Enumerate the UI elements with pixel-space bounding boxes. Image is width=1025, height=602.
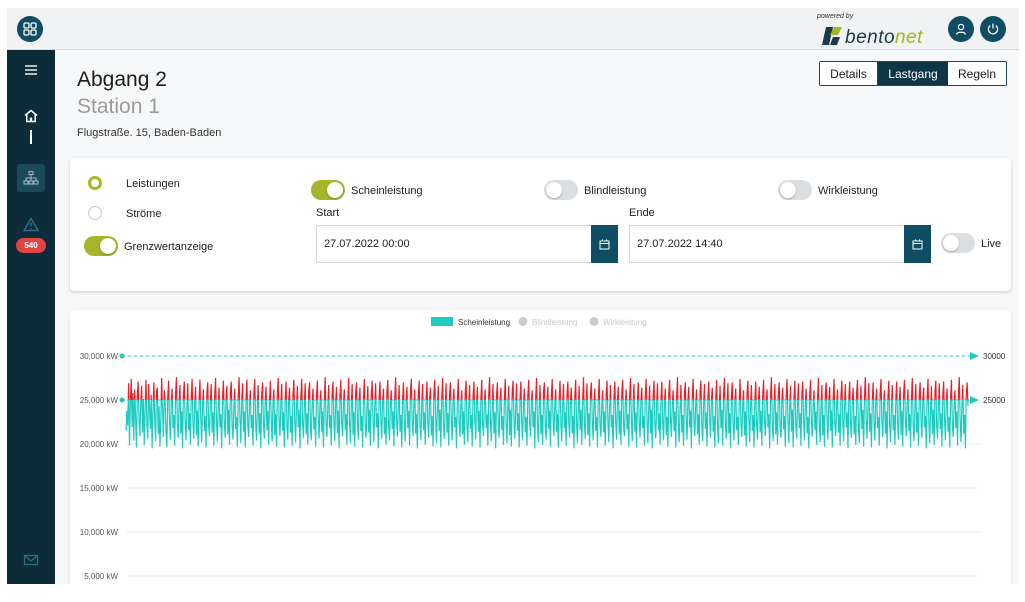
home-icon — [24, 109, 38, 123]
mail-icon — [23, 554, 39, 566]
brand-logo: powered by bentonet — [815, 13, 945, 49]
alarm-count-badge[interactable]: 540 — [16, 238, 46, 253]
home-button[interactable] — [17, 102, 45, 130]
brand-word-main: bento — [845, 27, 896, 48]
y-tick-label: 15,000 kW — [80, 484, 119, 493]
sidebar: 540 — [7, 50, 55, 584]
start-date-field[interactable]: 27.07.2022 00:00 — [316, 225, 618, 263]
y-tick-label: 20,000 kW — [80, 440, 119, 449]
network-button[interactable] — [17, 164, 45, 192]
messages-button[interactable] — [17, 546, 45, 574]
ende-date-value: 27.07.2022 14:40 — [637, 238, 723, 250]
threshold-start-dot — [119, 397, 125, 403]
chart-card: Scheinleistung Blindleistung Wirkleistung 3… — [70, 310, 1011, 584]
power-button[interactable] — [980, 16, 1006, 42]
scheinleistung-toggle[interactable] — [311, 180, 345, 200]
threshold-arrow — [970, 396, 979, 404]
threshold-start-dot — [119, 353, 125, 359]
y-tick-label: 30,000 kW — [80, 352, 119, 361]
live-toggle[interactable] — [941, 233, 975, 253]
powered-by-text: powered by — [817, 13, 854, 20]
app-frame: powered by bentonet 540 Abgang 2 Station… — [7, 8, 1019, 584]
calendar-icon — [599, 239, 610, 249]
network-tree-icon — [23, 170, 39, 185]
tab-lastgang[interactable]: Lastgang — [878, 62, 948, 85]
view-tabs: Details Lastgang Regeln — [819, 61, 1007, 86]
radio-leistungen-label: Leistungen — [126, 178, 180, 190]
wirkleistung-label: Wirkleistung — [818, 185, 878, 197]
brand-wordmark: bentonet — [845, 27, 923, 49]
sidebar-indicator — [30, 130, 32, 144]
live-label: Live — [981, 238, 1002, 250]
toggle-knob — [327, 182, 343, 198]
brand-word-accent: net — [895, 27, 923, 48]
start-calendar-button[interactable] — [591, 225, 618, 263]
menu-button[interactable] — [17, 56, 45, 84]
start-date-value: 27.07.2022 00:00 — [324, 238, 410, 250]
toggle-knob — [546, 182, 562, 198]
blindleistung-toggle[interactable] — [544, 180, 578, 200]
threshold-arrow — [970, 352, 979, 360]
blindleistung-label: Blindleistung — [584, 185, 647, 197]
toggle-knob — [780, 182, 796, 198]
radio-stroeme-label: Ströme — [126, 208, 162, 220]
ende-label: Ende — [629, 207, 655, 219]
calendar-icon — [912, 239, 923, 249]
radio-leistungen[interactable] — [88, 176, 102, 190]
legend-swatch — [431, 317, 453, 326]
apps-grid-icon — [23, 22, 37, 36]
station-address: Flugstraße. 15, Baden-Baden — [77, 127, 222, 139]
threshold-label: 30000 — [983, 352, 1006, 361]
grenzwert-label: Grenzwertanzeige — [124, 241, 214, 253]
y-tick-label: 10,000 kW — [80, 528, 119, 537]
hamburger-icon — [25, 65, 37, 75]
legend-entry: Scheinleistung — [458, 318, 510, 327]
scheinleistung-label: Scheinleistung — [351, 185, 423, 197]
toggle-knob — [100, 238, 116, 254]
warning-icon — [23, 216, 39, 231]
grenzwert-toggle[interactable] — [84, 236, 118, 256]
tab-regeln[interactable]: Regeln — [948, 62, 1006, 85]
tab-details[interactable]: Details — [820, 62, 878, 85]
start-label: Start — [316, 207, 340, 219]
threshold-label: 25000 — [983, 396, 1006, 405]
legend-entry: Wirkleistung — [603, 318, 647, 327]
radio-stroeme[interactable] — [88, 206, 102, 220]
ende-calendar-button[interactable] — [904, 225, 931, 263]
load-profile-chart: Scheinleistung Blindleistung Wirkleistung 3… — [80, 317, 1006, 581]
y-tick-label: 25,000 kW — [80, 396, 119, 405]
page-title: Abgang 2 — [77, 68, 167, 91]
top-bar: powered by bentonet — [7, 8, 1019, 50]
page-subtitle: Station 1 — [77, 95, 160, 118]
toggle-knob — [943, 235, 959, 251]
alarms-button[interactable] — [17, 210, 45, 238]
apps-grid-button[interactable] — [17, 16, 43, 42]
legend-swatch — [518, 317, 528, 326]
legend-entry: Blindleistung — [532, 318, 577, 327]
ende-date-field[interactable]: 27.07.2022 14:40 — [629, 225, 931, 263]
wirkleistung-toggle[interactable] — [778, 180, 812, 200]
bentonet-logo-icon — [822, 27, 842, 45]
filter-card: Leistungen Ströme Grenzwertanzeige Schei… — [70, 158, 1011, 291]
power-icon — [987, 23, 999, 35]
legend-swatch — [589, 317, 599, 326]
user-button[interactable] — [948, 16, 974, 42]
user-icon — [955, 23, 967, 35]
y-tick-label: 5,000 kW — [84, 572, 118, 581]
